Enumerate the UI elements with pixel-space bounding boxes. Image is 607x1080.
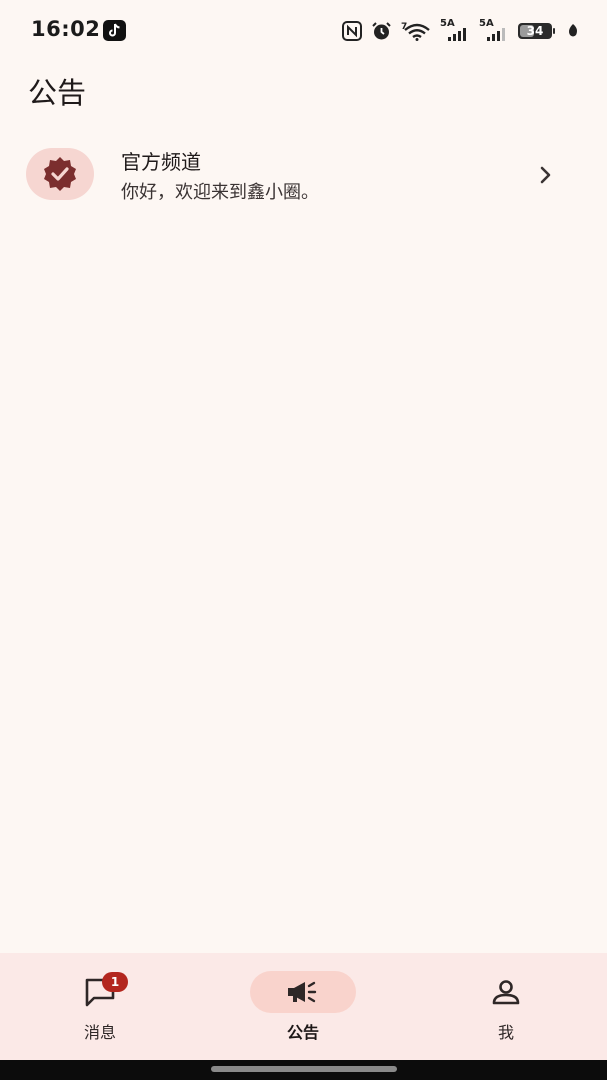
nfc-icon (342, 21, 362, 41)
page-title: 公告 (28, 76, 87, 110)
nav-icon-container-active (250, 971, 356, 1013)
person-icon (492, 980, 520, 1005)
signal-icon: 5A (440, 18, 470, 41)
tiktok-icon (103, 20, 126, 41)
nav-item-announcements[interactable]: 公告 (203, 953, 403, 1060)
unread-badge: 1 (102, 972, 128, 992)
chevron-right-icon (540, 166, 551, 184)
status-time: 16:02 (31, 17, 101, 41)
alarm-icon (372, 22, 391, 40)
signal-icon: 5A (479, 18, 509, 41)
system-gesture-bar (0, 1060, 607, 1080)
nav-label-me: 我 (497, 1023, 514, 1042)
wifi-icon: 7 (401, 22, 430, 41)
battery-level: 34 (526, 24, 544, 38)
nav-label-messages: 消息 (83, 1023, 116, 1042)
battery-icon: 34 (518, 22, 558, 40)
nav-icon-container (453, 971, 559, 1013)
channel-subtitle: 你好，欢迎来到鑫小圈。 (121, 182, 319, 203)
svg-text:7: 7 (401, 22, 407, 32)
nav-item-me[interactable]: 我 (406, 953, 606, 1060)
channel-title: 官方频道 (121, 150, 201, 174)
status-bar: 16:02 7 5A 5A 34 (0, 0, 607, 62)
channel-list-item[interactable]: 官方频道 你好，欢迎来到鑫小圈。 (0, 136, 607, 214)
verified-badge-icon (44, 157, 76, 191)
bottom-navigation: 1 消息 公告 我 (0, 953, 607, 1060)
status-icons: 7 5A 5A 34 (342, 18, 579, 42)
nav-item-messages[interactable]: 1 消息 (0, 953, 200, 1060)
nav-icon-container (47, 971, 153, 1013)
nav-label-announcements: 公告 (286, 1023, 319, 1042)
megaphone-icon (288, 981, 317, 1003)
leaf-icon (569, 24, 577, 37)
channel-avatar (26, 148, 94, 200)
home-gesture-handle[interactable] (211, 1066, 397, 1072)
